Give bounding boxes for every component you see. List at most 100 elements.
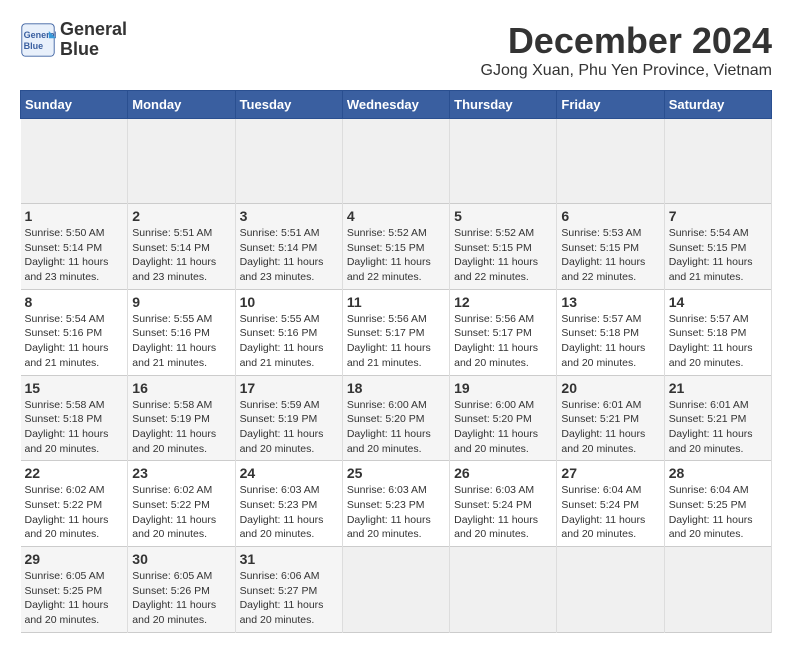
day-cell: 12Sunrise: 5:56 AMSunset: 5:17 PMDayligh… xyxy=(450,289,557,375)
day-number: 29 xyxy=(25,551,124,567)
day-info: Sunrise: 5:57 AMSunset: 5:18 PMDaylight:… xyxy=(669,312,767,371)
week-row-4: 22 Sunrise: 6:02 AMSunset: 5:22 PMDayligh… xyxy=(21,461,772,547)
day-info: Sunrise: 6:04 AMSunset: 5:25 PMDaylight:… xyxy=(669,483,767,542)
day-info: Sunrise: 5:56 AMSunset: 5:17 PMDaylight:… xyxy=(347,312,445,371)
day-cell xyxy=(21,119,128,204)
day-number: 16 xyxy=(132,380,230,396)
days-header-row: SundayMondayTuesdayWednesdayThursdayFrid… xyxy=(21,91,772,119)
day-info: Sunrise: 6:01 AMSunset: 5:21 PMDaylight:… xyxy=(669,398,767,457)
day-info: Sunrise: 5:58 AMSunset: 5:18 PMDaylight:… xyxy=(25,398,124,457)
day-cell: 13Sunrise: 5:57 AMSunset: 5:18 PMDayligh… xyxy=(557,289,664,375)
day-number: 24 xyxy=(240,465,338,481)
day-info: Sunrise: 5:50 AMSunset: 5:14 PMDaylight:… xyxy=(25,226,124,285)
day-number: 30 xyxy=(132,551,230,567)
day-info: Sunrise: 6:00 AMSunset: 5:20 PMDaylight:… xyxy=(347,398,445,457)
day-header-tuesday: Tuesday xyxy=(235,91,342,119)
day-cell: 26 Sunrise: 6:03 AMSunset: 5:24 PMDayligh… xyxy=(450,461,557,547)
day-cell xyxy=(664,547,771,633)
day-cell: 11 Sunrise: 5:56 AMSunset: 5:17 PMDayligh… xyxy=(342,289,449,375)
day-info: Sunrise: 6:05 AMSunset: 5:25 PMDaylight:… xyxy=(25,569,124,628)
day-cell: 18Sunrise: 6:00 AMSunset: 5:20 PMDayligh… xyxy=(342,375,449,461)
week-row-5: 29 Sunrise: 6:05 AMSunset: 5:25 PMDayligh… xyxy=(21,547,772,633)
day-info: Sunrise: 6:01 AMSunset: 5:21 PMDaylight:… xyxy=(561,398,659,457)
day-cell xyxy=(557,547,664,633)
day-info: Sunrise: 6:02 AMSunset: 5:22 PMDaylight:… xyxy=(25,483,124,542)
day-cell: 31Sunrise: 6:06 AMSunset: 5:27 PMDayligh… xyxy=(235,547,342,633)
title-section: December 2024 GJong Xuan, Phu Yen Provin… xyxy=(481,20,772,80)
day-cell: 15 Sunrise: 5:58 AMSunset: 5:18 PMDayligh… xyxy=(21,375,128,461)
day-cell: 3Sunrise: 5:51 AMSunset: 5:14 PMDaylight… xyxy=(235,204,342,290)
logo-icon: General Blue xyxy=(20,22,56,58)
day-number: 2 xyxy=(132,208,230,224)
day-info: Sunrise: 5:55 AMSunset: 5:16 PMDaylight:… xyxy=(132,312,230,371)
logo: General Blue General Blue xyxy=(20,20,127,60)
day-info: Sunrise: 6:05 AMSunset: 5:26 PMDaylight:… xyxy=(132,569,230,628)
day-info: Sunrise: 5:57 AMSunset: 5:18 PMDaylight:… xyxy=(561,312,659,371)
week-row-2: 8Sunrise: 5:54 AMSunset: 5:16 PMDaylight… xyxy=(21,289,772,375)
day-number: 17 xyxy=(240,380,338,396)
day-number: 26 xyxy=(454,465,552,481)
day-info: Sunrise: 5:55 AMSunset: 5:16 PMDaylight:… xyxy=(240,312,338,371)
week-row-0 xyxy=(21,119,772,204)
day-number: 22 xyxy=(25,465,124,481)
day-number: 20 xyxy=(561,380,659,396)
day-number: 6 xyxy=(561,208,659,224)
day-cell xyxy=(342,119,449,204)
day-cell: 25Sunrise: 6:03 AMSunset: 5:23 PMDayligh… xyxy=(342,461,449,547)
day-number: 7 xyxy=(669,208,767,224)
day-cell: 29 Sunrise: 6:05 AMSunset: 5:25 PMDayligh… xyxy=(21,547,128,633)
day-cell xyxy=(450,119,557,204)
day-number: 15 xyxy=(25,380,124,396)
day-number: 21 xyxy=(669,380,767,396)
day-cell xyxy=(235,119,342,204)
day-info: Sunrise: 5:52 AMSunset: 5:15 PMDaylight:… xyxy=(454,226,552,285)
day-info: Sunrise: 5:52 AMSunset: 5:15 PMDaylight:… xyxy=(347,226,445,285)
day-number: 3 xyxy=(240,208,338,224)
svg-text:Blue: Blue xyxy=(24,41,44,51)
day-number: 10 xyxy=(240,294,338,310)
location-title: GJong Xuan, Phu Yen Province, Vietnam xyxy=(481,62,772,80)
day-info: Sunrise: 6:03 AMSunset: 5:23 PMDaylight:… xyxy=(347,483,445,542)
day-cell: 21 Sunrise: 6:01 AMSunset: 5:21 PMDayligh… xyxy=(664,375,771,461)
calendar-table: SundayMondayTuesdayWednesdayThursdayFrid… xyxy=(20,90,772,633)
day-cell xyxy=(664,119,771,204)
day-cell: 2 Sunrise: 5:51 AMSunset: 5:14 PMDaylight… xyxy=(128,204,235,290)
day-cell: 6 Sunrise: 5:53 AMSunset: 5:15 PMDaylight… xyxy=(557,204,664,290)
day-info: Sunrise: 6:02 AMSunset: 5:22 PMDaylight:… xyxy=(132,483,230,542)
day-cell: 27Sunrise: 6:04 AMSunset: 5:24 PMDayligh… xyxy=(557,461,664,547)
day-cell: 23 Sunrise: 6:02 AMSunset: 5:22 PMDayligh… xyxy=(128,461,235,547)
day-header-wednesday: Wednesday xyxy=(342,91,449,119)
week-row-3: 15 Sunrise: 5:58 AMSunset: 5:18 PMDayligh… xyxy=(21,375,772,461)
day-number: 28 xyxy=(669,465,767,481)
day-cell: 5 Sunrise: 5:52 AMSunset: 5:15 PMDaylight… xyxy=(450,204,557,290)
day-info: Sunrise: 5:51 AMSunset: 5:14 PMDaylight:… xyxy=(132,226,230,285)
day-info: Sunrise: 5:56 AMSunset: 5:17 PMDaylight:… xyxy=(454,312,552,371)
day-cell: 30 Sunrise: 6:05 AMSunset: 5:26 PMDayligh… xyxy=(128,547,235,633)
day-cell: 1 Sunrise: 5:50 AMSunset: 5:14 PMDaylight… xyxy=(21,204,128,290)
day-info: Sunrise: 5:54 AMSunset: 5:15 PMDaylight:… xyxy=(669,226,767,285)
day-number: 31 xyxy=(240,551,338,567)
day-number: 1 xyxy=(25,208,124,224)
day-info: Sunrise: 6:03 AMSunset: 5:24 PMDaylight:… xyxy=(454,483,552,542)
day-cell xyxy=(128,119,235,204)
day-header-monday: Monday xyxy=(128,91,235,119)
day-number: 23 xyxy=(132,465,230,481)
day-header-friday: Friday xyxy=(557,91,664,119)
day-cell: 8Sunrise: 5:54 AMSunset: 5:16 PMDaylight… xyxy=(21,289,128,375)
day-number: 11 xyxy=(347,294,445,310)
day-cell: 14 Sunrise: 5:57 AMSunset: 5:18 PMDayligh… xyxy=(664,289,771,375)
day-number: 27 xyxy=(561,465,659,481)
week-row-1: 1 Sunrise: 5:50 AMSunset: 5:14 PMDaylight… xyxy=(21,204,772,290)
day-number: 14 xyxy=(669,294,767,310)
day-info: Sunrise: 5:59 AMSunset: 5:19 PMDaylight:… xyxy=(240,398,338,457)
day-info: Sunrise: 5:54 AMSunset: 5:16 PMDaylight:… xyxy=(25,312,124,371)
day-info: Sunrise: 5:53 AMSunset: 5:15 PMDaylight:… xyxy=(561,226,659,285)
day-header-sunday: Sunday xyxy=(21,91,128,119)
day-cell: 22 Sunrise: 6:02 AMSunset: 5:22 PMDayligh… xyxy=(21,461,128,547)
day-cell: 7 Sunrise: 5:54 AMSunset: 5:15 PMDaylight… xyxy=(664,204,771,290)
day-number: 5 xyxy=(454,208,552,224)
month-title: December 2024 xyxy=(481,20,772,62)
day-header-saturday: Saturday xyxy=(664,91,771,119)
day-cell xyxy=(557,119,664,204)
day-info: Sunrise: 5:58 AMSunset: 5:19 PMDaylight:… xyxy=(132,398,230,457)
